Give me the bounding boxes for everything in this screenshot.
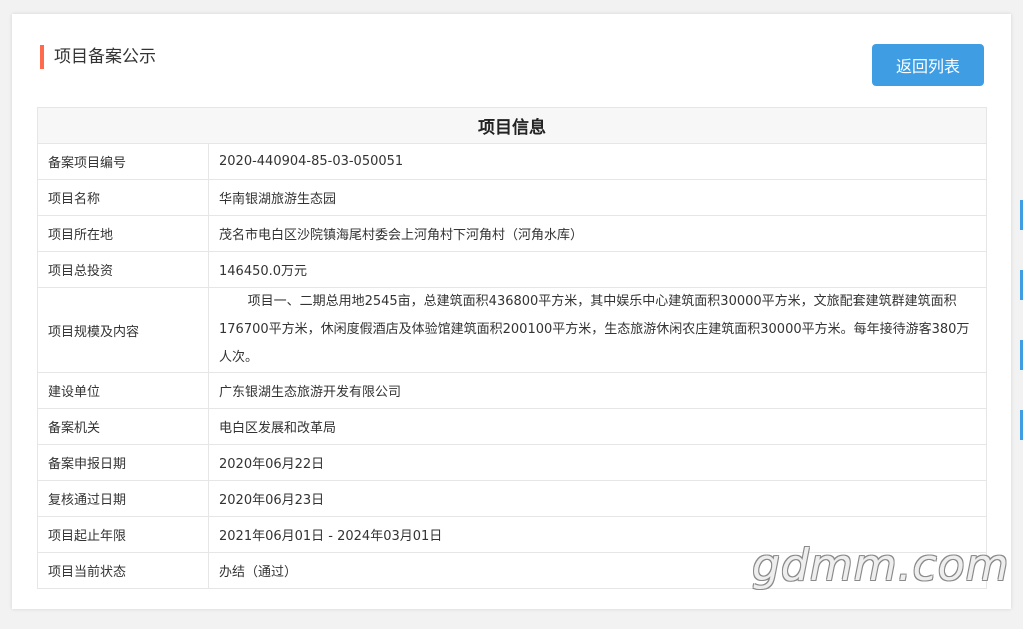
row-label-total-investment: 项目总投资 bbox=[37, 251, 209, 288]
row-label-status: 项目当前状态 bbox=[37, 552, 209, 589]
row-value-scale-content: 项目一、二期总用地2545亩，总建筑面积436800平方米，其中娱乐中心建筑面积… bbox=[208, 287, 987, 373]
row-value-total-investment: 146450.0万元 bbox=[208, 251, 987, 288]
table-row: 项目所在地 茂名市电白区沙院镇海尾村委会上河角村下河角村（河角水库） bbox=[37, 215, 987, 252]
table-title: 项目信息 bbox=[37, 107, 987, 144]
row-value-builder: 广东银湖生态旅游开发有限公司 bbox=[208, 372, 987, 409]
row-value-review-date: 2020年06月23日 bbox=[208, 480, 987, 517]
table-row: 项目名称 华南银湖旅游生态园 bbox=[37, 179, 987, 216]
row-label-review-date: 复核通过日期 bbox=[37, 480, 209, 517]
heading-accent-bar bbox=[40, 45, 44, 69]
content-card: 项目备案公示 返回列表 项目信息 备案项目编号 2020-440904-85-0… bbox=[12, 14, 1011, 609]
row-value-status: 办结（通过） bbox=[208, 552, 987, 589]
table-row: 备案机关 电白区发展和改革局 bbox=[37, 408, 987, 445]
table-row: 项目规模及内容 项目一、二期总用地2545亩，总建筑面积436800平方米，其中… bbox=[37, 287, 987, 373]
row-label-location: 项目所在地 bbox=[37, 215, 209, 252]
row-label-project-name: 项目名称 bbox=[37, 179, 209, 216]
table-row: 备案申报日期 2020年06月22日 bbox=[37, 444, 987, 481]
row-label-scale-content: 项目规模及内容 bbox=[37, 287, 209, 373]
row-value-apply-date: 2020年06月22日 bbox=[208, 444, 987, 481]
table-row: 复核通过日期 2020年06月23日 bbox=[37, 480, 987, 517]
row-value-period: 2021年06月01日 - 2024年03月01日 bbox=[208, 516, 987, 553]
table-row: 项目起止年限 2021年06月01日 - 2024年03月01日 bbox=[37, 516, 987, 553]
table-row: 项目当前状态 办结（通过） bbox=[37, 552, 987, 589]
row-label-record-number: 备案项目编号 bbox=[37, 143, 209, 180]
row-label-authority: 备案机关 bbox=[37, 408, 209, 445]
back-to-list-button[interactable]: 返回列表 bbox=[872, 44, 984, 86]
table-row: 备案项目编号 2020-440904-85-03-050051 bbox=[37, 143, 987, 180]
row-label-period: 项目起止年限 bbox=[37, 516, 209, 553]
page-title: 项目备案公示 bbox=[54, 47, 156, 67]
page-heading: 项目备案公示 bbox=[40, 45, 156, 69]
table-row: 建设单位 广东银湖生态旅游开发有限公司 bbox=[37, 372, 987, 409]
row-value-location: 茂名市电白区沙院镇海尾村委会上河角村下河角村（河角水库） bbox=[208, 215, 987, 252]
table-header-row: 项目信息 bbox=[37, 107, 987, 144]
row-value-project-name: 华南银湖旅游生态园 bbox=[208, 179, 987, 216]
row-value-authority: 电白区发展和改革局 bbox=[208, 408, 987, 445]
row-label-apply-date: 备案申报日期 bbox=[37, 444, 209, 481]
project-info-table: 项目信息 备案项目编号 2020-440904-85-03-050051 项目名… bbox=[37, 107, 987, 589]
row-label-builder: 建设单位 bbox=[37, 372, 209, 409]
row-value-record-number: 2020-440904-85-03-050051 bbox=[208, 143, 987, 180]
table-row: 项目总投资 146450.0万元 bbox=[37, 251, 987, 288]
